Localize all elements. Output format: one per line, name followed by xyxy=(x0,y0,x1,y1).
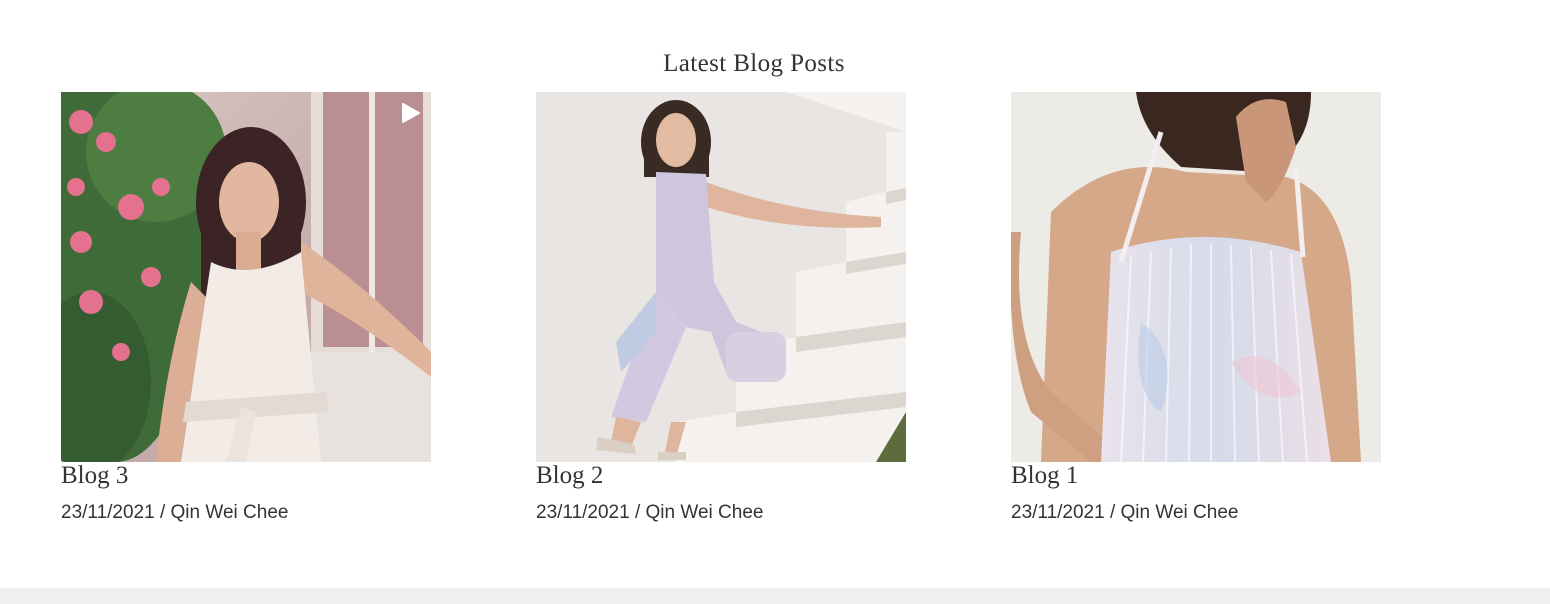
blog-card: Blog 1 23/11/2021 / Qin Wei Chee xyxy=(1011,92,1381,524)
footer-strip xyxy=(0,588,1550,604)
blog-date: 23/11/2021 xyxy=(61,502,155,523)
blog-image xyxy=(61,92,431,462)
blog-title[interactable]: Blog 2 xyxy=(536,462,906,490)
blog-card: Blog 3 23/11/2021 / Qin Wei Chee xyxy=(61,92,431,524)
blog-title[interactable]: Blog 1 xyxy=(1011,462,1381,490)
blog-date: 23/11/2021 xyxy=(536,502,630,523)
meta-separator: / xyxy=(154,502,171,523)
blog-thumbnail[interactable] xyxy=(61,92,431,462)
blog-title[interactable]: Blog 3 xyxy=(61,462,431,490)
blog-meta: 23/11/2021 / Qin Wei Chee xyxy=(536,502,906,524)
blog-image xyxy=(536,92,906,462)
blog-date: 23/11/2021 xyxy=(1011,502,1105,523)
blog-author: Qin Wei Chee xyxy=(1120,502,1239,523)
section-title: Latest Blog Posts xyxy=(663,50,845,77)
meta-separator: / xyxy=(1104,502,1121,523)
blog-meta: 23/11/2021 / Qin Wei Chee xyxy=(1011,502,1381,524)
blog-meta: 23/11/2021 / Qin Wei Chee xyxy=(61,502,431,524)
meta-separator: / xyxy=(629,502,646,523)
blog-thumbnail[interactable] xyxy=(1011,92,1381,462)
blog-card: Blog 2 23/11/2021 / Qin Wei Chee xyxy=(536,92,906,524)
blog-author: Qin Wei Chee xyxy=(170,502,289,523)
blog-thumbnail[interactable] xyxy=(536,92,906,462)
blog-section: Latest Blog Posts Blog 3 23/11/2021 / Qi… xyxy=(0,0,1550,604)
blog-author: Qin Wei Chee xyxy=(645,502,764,523)
blog-image xyxy=(1011,92,1381,462)
play-icon[interactable] xyxy=(399,102,421,124)
